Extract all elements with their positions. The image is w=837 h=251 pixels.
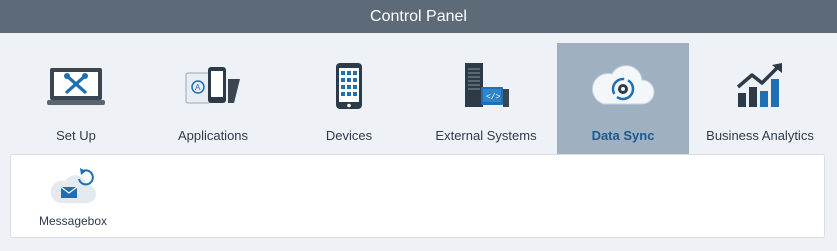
window-titlebar: Control Panel — [0, 0, 837, 33]
analytics-chart-icon — [694, 61, 826, 111]
tab-external-systems[interactable]: </> External Systems — [420, 43, 552, 154]
svg-text:A: A — [195, 83, 201, 92]
tab-applications[interactable]: A Applications — [147, 43, 279, 154]
tab-business-analytics[interactable]: Business Analytics — [694, 43, 826, 154]
messagebox-cloud-icon — [49, 167, 97, 207]
tab-label: Devices — [325, 128, 373, 143]
messagebox-item[interactable]: Messagebox — [35, 165, 111, 231]
tab-set-up[interactable]: Set Up — [10, 43, 142, 154]
tab-label: Applications — [177, 128, 249, 143]
tab-label: Set Up — [56, 128, 96, 143]
tab-label: Data Sync — [591, 128, 655, 143]
window-title: Control Panel — [370, 7, 467, 25]
applications-icon: A — [147, 61, 279, 111]
tab-devices[interactable]: Devices — [283, 43, 415, 154]
server-icon: </> — [420, 61, 552, 111]
tab-data-sync[interactable]: Data Sync — [557, 43, 689, 162]
tab-label: Business Analytics — [706, 128, 814, 143]
data-sync-subpanel: Messagebox — [10, 154, 825, 238]
sub-item-label: Messagebox — [38, 214, 108, 228]
cloud-sync-icon — [557, 61, 689, 111]
tools-icon — [10, 61, 142, 111]
control-panel-tabs: Set Up A Applications Devices </> Extern… — [0, 43, 837, 163]
mobile-device-icon — [283, 61, 415, 111]
svg-text:</>: </> — [486, 93, 501, 102]
tab-label: External Systems — [435, 128, 537, 143]
